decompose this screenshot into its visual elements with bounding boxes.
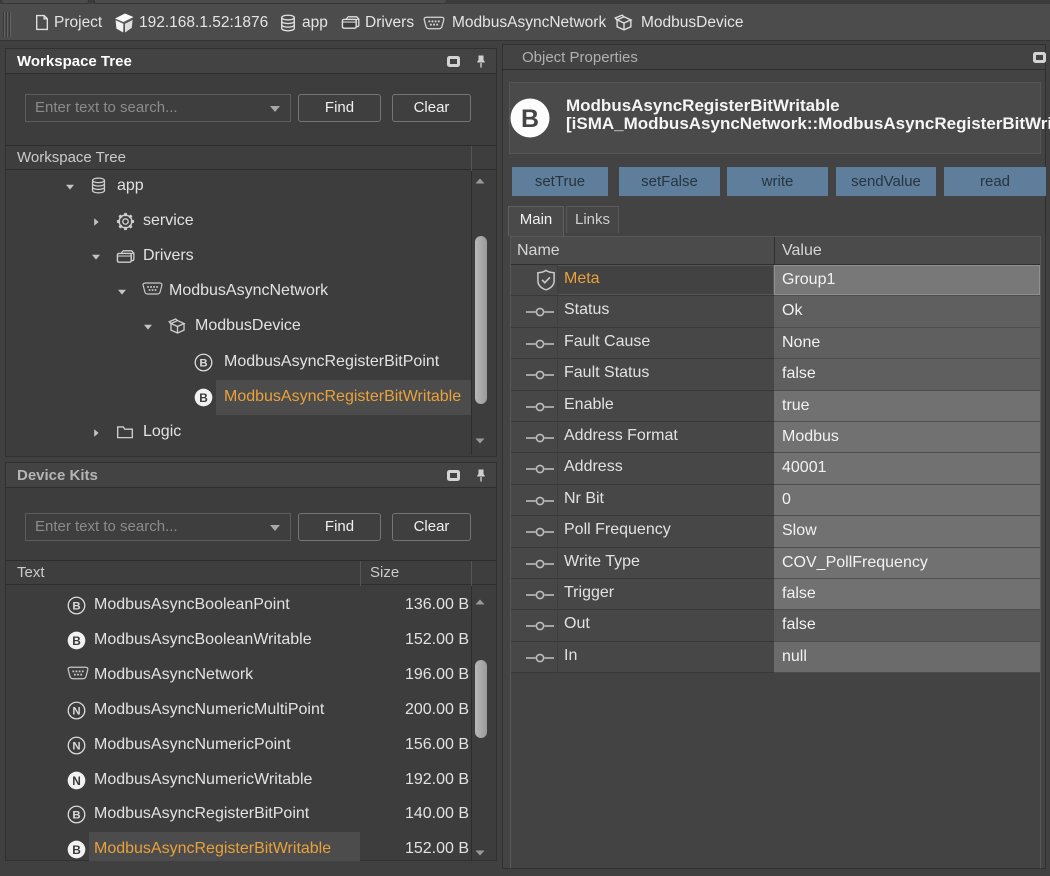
svg-text:N: N <box>72 774 81 788</box>
svg-text:B: B <box>199 358 207 370</box>
svg-text:B: B <box>72 810 80 822</box>
svg-text:B: B <box>521 105 539 133</box>
svg-text:N: N <box>72 706 80 718</box>
svg-text:B: B <box>199 391 208 405</box>
svg-text:B: B <box>72 843 81 857</box>
svg-text:B: B <box>72 601 80 613</box>
svg-text:N: N <box>72 741 80 753</box>
svg-text:B: B <box>72 634 81 648</box>
